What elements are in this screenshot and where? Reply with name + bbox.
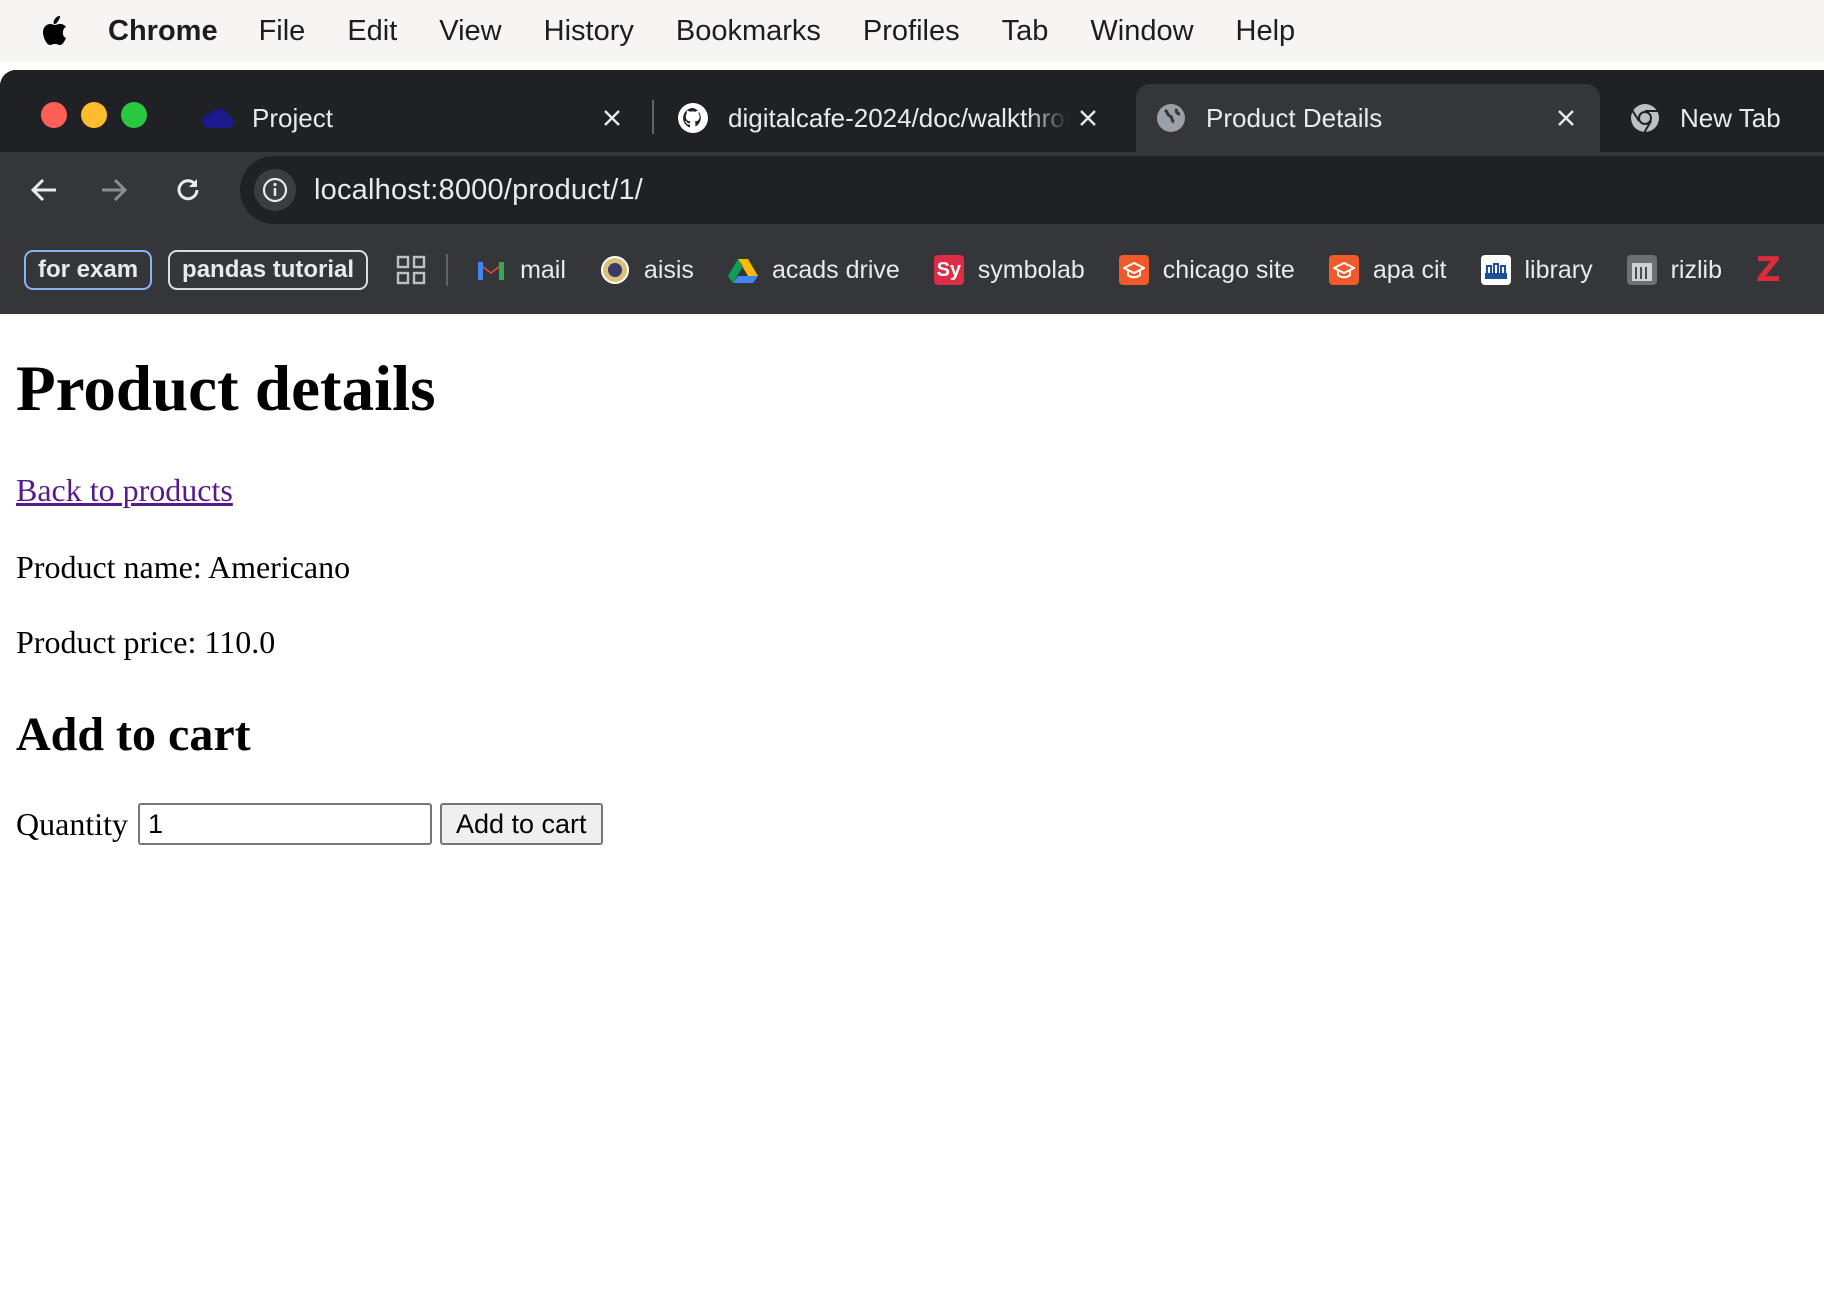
bookmark-mail[interactable]: mail (476, 255, 566, 285)
apps-grid-icon[interactable] (396, 255, 426, 285)
bookmark-label: rizlib (1670, 255, 1722, 284)
menu-profiles[interactable]: Profiles (863, 15, 960, 48)
zotero-icon: Z (1755, 250, 1781, 290)
bookmark-group-pandas-tutorial[interactable]: pandas tutorial (168, 250, 369, 290)
reload-button[interactable] (166, 168, 210, 212)
site-info-icon[interactable] (254, 169, 296, 211)
globe-icon (1154, 101, 1188, 135)
bookmark-label: chicago site (1162, 255, 1295, 284)
github-icon (676, 101, 710, 135)
bookmark-chicago-site[interactable]: chicago site (1118, 255, 1295, 285)
url-text[interactable]: localhost:8000/product/1/ (314, 174, 643, 207)
tab-title: digitalcafe-2024/doc/walkthrough (728, 102, 1068, 133)
tab-strip: Project digitalcafe-2024/doc/walkthrough… (0, 70, 1824, 152)
quantity-label: Quantity (16, 805, 128, 842)
bookmark-label: aisis (643, 255, 694, 284)
menu-history[interactable]: History (544, 15, 634, 48)
minimize-window-button[interactable] (81, 102, 107, 128)
graduation-cap-icon (1328, 255, 1359, 285)
quantity-input[interactable] (137, 803, 432, 845)
bookmark-label: library (1524, 255, 1593, 284)
close-icon[interactable] (1546, 98, 1586, 138)
menu-window[interactable]: Window (1090, 15, 1193, 48)
menu-bookmarks[interactable]: Bookmarks (676, 15, 821, 48)
tab-title: Product Details (1206, 102, 1383, 133)
chrome-icon (1628, 101, 1662, 135)
bookmark-label: mail (520, 255, 566, 284)
tab-github[interactable]: digitalcafe-2024/doc/walkthrough (662, 84, 1122, 152)
menu-tab[interactable]: Tab (1002, 15, 1049, 48)
bookmark-symbolab[interactable]: Sy symbolab (933, 255, 1085, 285)
bookmark-label: acads drive (771, 255, 900, 284)
bookmarks-bar: for exam pandas tutorial mail aisis acad… (0, 226, 1824, 314)
menu-help[interactable]: Help (1236, 15, 1296, 48)
seal-icon (600, 255, 630, 285)
gmail-icon (476, 255, 506, 285)
menu-edit[interactable]: Edit (347, 15, 397, 48)
building-icon (1626, 255, 1657, 285)
library-icon (1480, 255, 1511, 285)
cloud-icon (200, 101, 234, 135)
back-to-products-link[interactable]: Back to products (16, 472, 233, 509)
close-icon[interactable] (1068, 98, 1108, 138)
bookmarks-divider (446, 254, 449, 286)
browser-chrome: Project digitalcafe-2024/doc/walkthrough… (0, 70, 1824, 314)
product-price: Product price: 110.0 (16, 624, 276, 660)
apple-menu-icon[interactable] (0, 0, 108, 62)
close-icon[interactable] (592, 98, 632, 138)
tab-divider (652, 100, 654, 134)
page-title: Product details (16, 353, 436, 425)
tab-new-tab[interactable]: New Tab (1614, 84, 1824, 152)
zoom-window-button[interactable] (121, 102, 147, 128)
close-window-button[interactable] (41, 102, 67, 128)
bookmark-apa-cit[interactable]: apa cit (1328, 255, 1447, 285)
google-drive-icon (727, 255, 758, 285)
bookmark-label: symbolab (977, 255, 1085, 284)
menu-app-name[interactable]: Chrome (108, 15, 218, 48)
address-bar[interactable]: localhost:8000/product/1/ (240, 156, 1824, 224)
back-button[interactable] (22, 168, 66, 212)
symbolab-icon: Sy (933, 255, 964, 285)
forward-button[interactable] (92, 168, 136, 212)
add-to-cart-form: Quantity Add to cart (16, 803, 1806, 845)
bookmark-group-for-exam[interactable]: for exam (24, 250, 153, 290)
tab-product-details[interactable]: Product Details (1136, 84, 1600, 152)
tab-title: New Tab (1680, 102, 1781, 133)
bookmark-acads-drive[interactable]: acads drive (727, 255, 900, 285)
bookmark-library[interactable]: library (1480, 255, 1593, 285)
tab-project[interactable]: Project (186, 84, 646, 152)
add-to-cart-heading: Add to cart (16, 708, 251, 761)
add-to-cart-button[interactable]: Add to cart (439, 803, 603, 845)
macos-menu-bar: Chrome File Edit View History Bookmarks … (0, 0, 1824, 62)
product-name: Product name: Americano (16, 549, 351, 585)
graduation-cap-icon (1118, 255, 1149, 285)
menu-file[interactable]: File (259, 15, 306, 48)
bookmark-label: apa cit (1372, 255, 1447, 284)
browser-toolbar: localhost:8000/product/1/ (0, 152, 1824, 226)
page-content: Product details Back to products Product… (16, 314, 1806, 845)
bookmark-aisis[interactable]: aisis (600, 255, 694, 285)
tab-title: Project (252, 102, 333, 133)
bookmark-zotero[interactable]: Z (1756, 250, 1781, 290)
bookmark-rizlib[interactable]: rizlib (1626, 255, 1722, 285)
menu-view[interactable]: View (439, 15, 501, 48)
